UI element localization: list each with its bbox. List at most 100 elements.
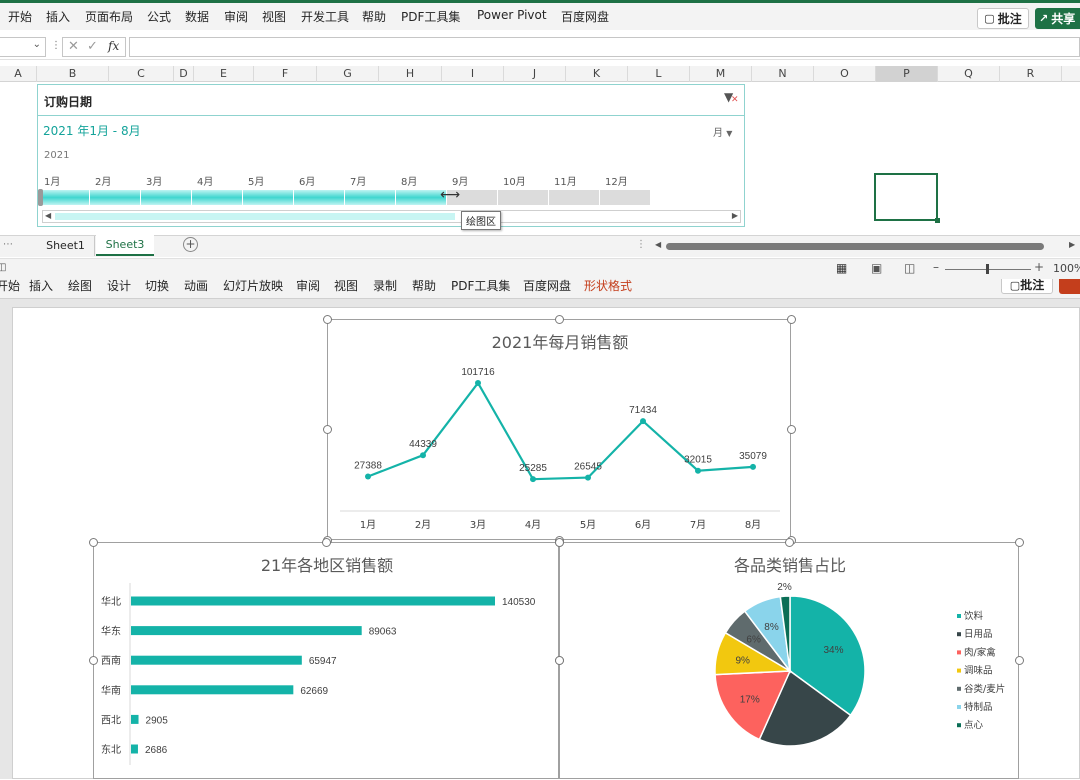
sheet-nav-icon[interactable]: ⋯ — [3, 239, 13, 250]
fill-handle[interactable] — [935, 218, 940, 223]
col-header-g[interactable]: G — [317, 66, 379, 82]
col-header-n[interactable]: N — [752, 66, 814, 82]
ribbon-tab-review[interactable]: 审阅 — [224, 8, 248, 25]
slicer-month-label[interactable]: 3月 — [146, 173, 162, 188]
name-box[interactable]: ⌄ — [0, 37, 46, 57]
slicer-month-label[interactable]: 8月 — [401, 173, 417, 188]
col-header-i[interactable]: I — [442, 66, 504, 82]
sheet-tab-sheet1[interactable]: Sheet1 — [37, 236, 95, 256]
col-header-q[interactable]: Q — [938, 66, 1000, 82]
line-chart[interactable]: 2021年每月销售额 27388 1月 44339 2月 101716 3月 25285 4月… — [327, 319, 791, 540]
formula-input[interactable] — [129, 37, 1080, 57]
ribbon-tab-home[interactable]: 开始 — [8, 8, 32, 25]
ppt-tab-animations[interactable]: 动画 — [184, 279, 208, 294]
slicer-month-label[interactable]: 5月 — [248, 173, 264, 188]
ppt-tab-draw[interactable]: 绘图 — [68, 279, 92, 294]
col-header-c[interactable]: C — [109, 66, 174, 82]
ppt-tab-home[interactable]: 开始 — [0, 279, 20, 294]
share-button[interactable]: ↗ 共享 — [1035, 8, 1080, 29]
ribbon-tab-formulas[interactable]: 公式 — [147, 8, 171, 25]
slicer-month-label[interactable]: 12月 — [605, 173, 628, 188]
ribbon-tab-power-pivot[interactable]: Power Pivot — [477, 8, 547, 22]
add-sheet-icon[interactable]: + — [183, 237, 198, 252]
resize-handle[interactable] — [321, 537, 331, 547]
ppt-tab-transitions[interactable]: 切换 — [145, 279, 169, 294]
splitter-icon[interactable]: ⋮ — [636, 239, 646, 250]
ppt-tab-help[interactable]: 帮助 — [412, 279, 436, 294]
slicer-month-label[interactable]: 7月 — [350, 173, 366, 188]
ribbon-tab-data[interactable]: 数据 — [185, 8, 209, 25]
sheet-tab-sheet3[interactable]: Sheet3 — [96, 235, 154, 256]
slicer-month-label[interactable]: 1月 — [44, 173, 60, 188]
enter-icon[interactable]: ✓ — [87, 39, 98, 54]
ppt-share-button[interactable] — [1059, 279, 1080, 294]
chevron-down-icon[interactable]: ⌄ — [33, 39, 41, 50]
clear-filter-icon[interactable]: ▼ ✕ — [724, 90, 739, 105]
col-header-f[interactable]: F — [254, 66, 317, 82]
scroll-left-icon[interactable]: ◀ — [45, 211, 51, 220]
page-break-view-icon[interactable]: ◫ — [904, 261, 915, 275]
ppt-tab-design[interactable]: 设计 — [107, 279, 131, 294]
ribbon-tab-view[interactable]: 视图 — [262, 8, 286, 25]
resize-handle[interactable] — [1014, 656, 1024, 665]
slicer-month-label[interactable]: 2月 — [95, 173, 111, 188]
resize-handle[interactable] — [784, 537, 794, 547]
col-header-m[interactable]: M — [690, 66, 752, 82]
cancel-icon[interactable]: ✕ — [68, 39, 79, 54]
col-header-o[interactable]: O — [814, 66, 876, 82]
ppt-tab-insert[interactable]: 插入 — [29, 279, 53, 294]
col-header-p[interactable]: P — [876, 66, 938, 82]
zoom-slider-thumb[interactable] — [986, 264, 989, 274]
resize-handle[interactable] — [322, 314, 332, 324]
scroll-right-icon[interactable]: ▶ — [732, 211, 738, 220]
col-header-d[interactable]: D — [174, 66, 194, 82]
scroll-right-icon[interactable]: ▶ — [1069, 240, 1075, 249]
active-cell[interactable] — [874, 173, 940, 223]
col-header-l[interactable]: L — [628, 66, 690, 82]
slicer-month-label[interactable]: 11月 — [554, 173, 577, 188]
ppt-tab-baidu[interactable]: 百度网盘 — [523, 279, 571, 294]
resize-handle[interactable] — [786, 314, 796, 324]
resize-handle[interactable] — [554, 314, 564, 324]
zoom-level[interactable]: 100% — [1053, 262, 1080, 275]
ribbon-tab-baidu[interactable]: 百度网盘 — [561, 8, 609, 25]
horizontal-scrollbar-thumb[interactable] — [666, 243, 1044, 250]
ribbon-tab-page-layout[interactable]: 页面布局 — [85, 8, 133, 25]
ppt-tab-pdf[interactable]: PDF工具集 — [451, 279, 510, 294]
col-header-a[interactable]: A — [0, 66, 37, 82]
slicer-month-label[interactable]: 6月 — [299, 173, 315, 188]
resize-handle[interactable] — [786, 425, 796, 434]
fx-button[interactable]: fx — [108, 39, 119, 53]
ppt-tab-slideshow[interactable]: 幻灯片放映 — [223, 279, 283, 294]
ppt-tab-shape-format[interactable]: 形状格式 — [584, 279, 632, 294]
col-header-e[interactable]: E — [194, 66, 254, 82]
bar-chart[interactable]: 21年各地区销售额 华北 140530 华东 89063 西南 65947 华南 62669 西… — [93, 542, 559, 779]
resize-handle[interactable] — [554, 537, 564, 547]
date-slicer[interactable]: 订购日期 ▼ ✕ 2021 年1月 - 8月 月 ▼ 2021 1月 2月 3月 4月 5… — [37, 84, 745, 230]
resize-handle[interactable] — [1014, 537, 1024, 547]
pie-chart[interactable]: 各品类销售占比 34% 17% 9% 6% 8% 2% 饮料 日用品 肉/家禽 调味品 谷类/麦片特… — [559, 542, 1019, 779]
col-header-k[interactable]: K — [566, 66, 628, 82]
resize-handle[interactable] — [554, 656, 564, 665]
ribbon-tab-help[interactable]: 帮助 — [362, 8, 386, 25]
slicer-month-label[interactable]: 9月 — [452, 173, 468, 188]
ppt-tab-view[interactable]: 视图 — [334, 279, 358, 294]
level-dropdown[interactable]: 月 ▼ — [713, 124, 732, 139]
slicer-month-label[interactable]: 4月 — [197, 173, 213, 188]
slicer-month-label[interactable]: 10月 — [503, 173, 526, 188]
timeline-scroll-thumb[interactable] — [55, 213, 455, 220]
normal-view-icon[interactable]: ▦ — [836, 261, 847, 275]
ppt-tab-record[interactable]: 录制 — [373, 279, 397, 294]
col-header-b[interactable]: B — [37, 66, 109, 82]
timeline-scrollbar[interactable]: ◀ ▶ — [42, 210, 741, 223]
ribbon-tab-pdf[interactable]: PDF工具集 — [401, 8, 460, 25]
resize-handle[interactable] — [88, 537, 98, 547]
resize-handle[interactable] — [322, 425, 332, 434]
ribbon-tab-insert[interactable]: 插入 — [46, 8, 70, 25]
timeline-left-handle[interactable] — [38, 189, 43, 206]
resize-handle[interactable] — [88, 656, 98, 665]
zoom-in-icon[interactable]: + — [1034, 260, 1044, 274]
ppt-tab-review[interactable]: 审阅 — [296, 279, 320, 294]
ppt-comment-button[interactable]: ▢批注 — [1001, 279, 1053, 294]
scroll-left-icon[interactable]: ◀ — [655, 240, 661, 249]
